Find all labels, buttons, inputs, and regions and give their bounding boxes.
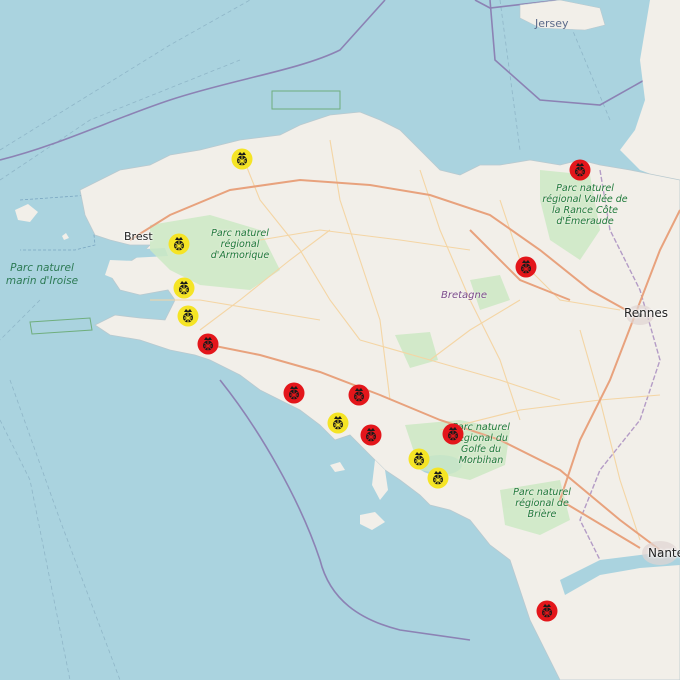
map-view[interactable]: Jersey Brest Rennes Nante Bretagne Parc … — [0, 0, 680, 680]
map-marker-red[interactable] — [442, 423, 464, 445]
pineapple-emblem-icon — [442, 423, 464, 445]
map-marker-red[interactable] — [569, 159, 591, 181]
map-marker-red[interactable] — [348, 384, 370, 406]
map-tiles — [0, 0, 680, 680]
map-marker-yellow[interactable] — [168, 233, 190, 255]
map-marker-yellow[interactable] — [173, 277, 195, 299]
label-parc-briere: Parc naturel régional de Brière — [513, 487, 571, 520]
map-marker-yellow[interactable] — [427, 467, 449, 489]
pineapple-emblem-icon — [197, 333, 219, 355]
label-parc-armorique: Parc naturel régional d'Armorique — [210, 228, 270, 261]
map-marker-red[interactable] — [360, 424, 382, 446]
map-marker-yellow[interactable] — [177, 305, 199, 327]
pineapple-emblem-icon — [168, 233, 190, 255]
pineapple-emblem-icon — [348, 384, 370, 406]
map-marker-red[interactable] — [536, 600, 558, 622]
label-parc-iroise: Parc naturel marin d'Iroise — [5, 262, 79, 287]
pineapple-emblem-icon — [283, 382, 305, 404]
pineapple-emblem-icon — [231, 148, 253, 170]
pineapple-emblem-icon — [327, 412, 349, 434]
map-marker-red[interactable] — [197, 333, 219, 355]
label-nantes: Nante — [648, 546, 680, 560]
pineapple-emblem-icon — [427, 467, 449, 489]
pineapple-emblem-icon — [360, 424, 382, 446]
label-brest: Brest — [124, 230, 153, 243]
map-marker-red[interactable] — [283, 382, 305, 404]
pineapple-emblem-icon — [569, 159, 591, 181]
label-parc-rance: Parc naturel régional Vallée de la Rance… — [542, 183, 628, 227]
map-marker-yellow[interactable] — [231, 148, 253, 170]
pineapple-emblem-icon — [177, 305, 199, 327]
map-marker-red[interactable] — [515, 256, 537, 278]
label-bretagne: Bretagne — [441, 290, 488, 301]
label-jersey: Jersey — [535, 17, 569, 30]
map-marker-yellow[interactable] — [327, 412, 349, 434]
pineapple-emblem-icon — [515, 256, 537, 278]
pineapple-emblem-icon — [173, 277, 195, 299]
pineapple-emblem-icon — [536, 600, 558, 622]
label-rennes: Rennes — [624, 306, 669, 320]
